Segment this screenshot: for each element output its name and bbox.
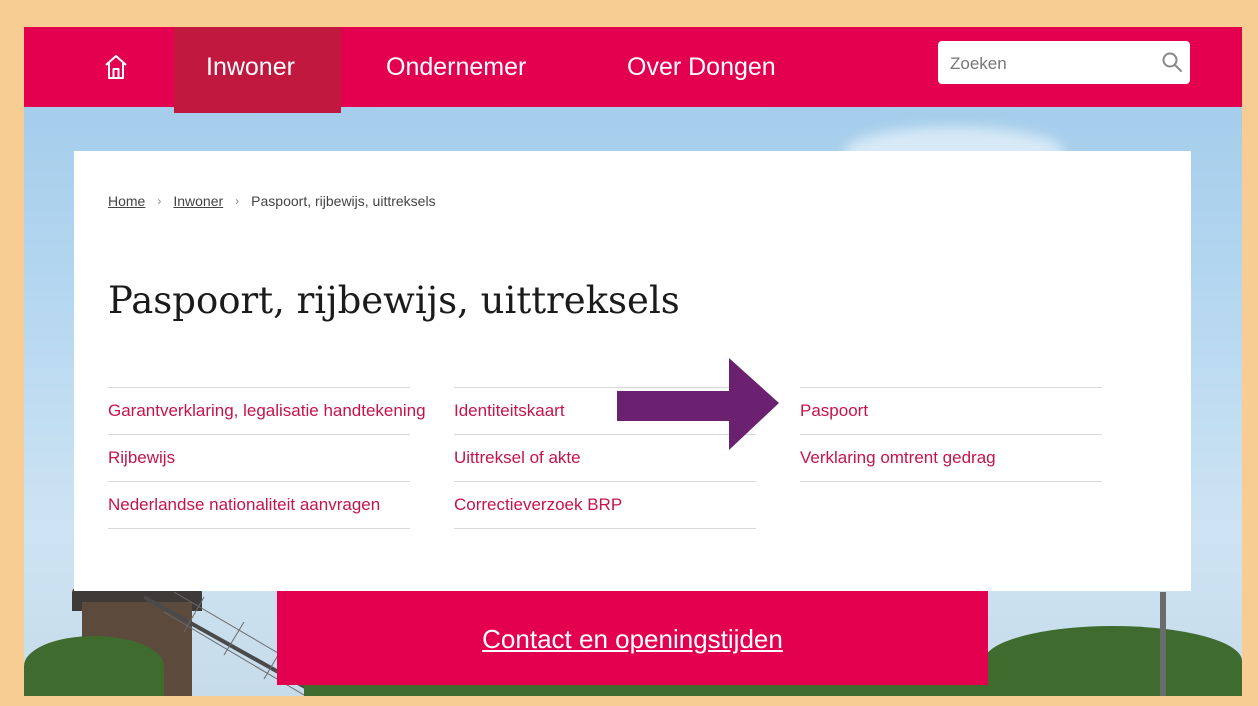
breadcrumb-separator-icon: › bbox=[157, 194, 162, 208]
pointer-arrow-icon bbox=[617, 358, 779, 450]
breadcrumb-home[interactable]: Home bbox=[108, 193, 145, 209]
link-correctieverzoek[interactable]: Correctieverzoek BRP bbox=[454, 481, 756, 529]
contact-link[interactable]: Contact en openingstijden bbox=[482, 624, 783, 655]
top-navigation: Inwoner Ondernemer Over Dongen bbox=[24, 27, 1242, 113]
link-nationaliteit[interactable]: Nederlandse nationaliteit aanvragen bbox=[108, 481, 410, 529]
contact-banner: Contact en openingstijden bbox=[277, 591, 988, 685]
breadcrumb-separator-icon: › bbox=[235, 194, 240, 208]
nav-item-ondernemer[interactable]: Ondernemer bbox=[386, 27, 526, 107]
search-input[interactable] bbox=[948, 41, 1152, 86]
link-paspoort[interactable]: Paspoort bbox=[800, 387, 1102, 434]
nav-item-inwoner[interactable]: Inwoner bbox=[206, 27, 295, 107]
link-garantverklaring[interactable]: Garantverklaring, legalisatie handtekeni… bbox=[108, 387, 426, 434]
nav-item-over-dongen[interactable]: Over Dongen bbox=[627, 27, 776, 107]
trees bbox=[24, 636, 164, 696]
breadcrumb: Home › Inwoner › Paspoort, rijbewijs, ui… bbox=[108, 193, 436, 209]
link-column-3: Paspoort Verklaring omtrent gedrag bbox=[800, 387, 1102, 482]
link-verklaring-omtrent-gedrag[interactable]: Verklaring omtrent gedrag bbox=[800, 434, 1102, 482]
page-title: Paspoort, rijbewijs, uittreksels bbox=[108, 279, 680, 322]
search-box bbox=[938, 41, 1190, 86]
page-viewport: Inwoner Ondernemer Over Dongen Home › In… bbox=[24, 27, 1242, 696]
home-icon bbox=[105, 55, 127, 79]
link-rijbewijs[interactable]: Rijbewijs bbox=[108, 434, 410, 481]
trees bbox=[984, 626, 1242, 696]
breadcrumb-inwoner[interactable]: Inwoner bbox=[173, 193, 223, 209]
link-column-1: Garantverklaring, legalisatie handtekeni… bbox=[108, 387, 426, 529]
home-button[interactable] bbox=[86, 27, 146, 107]
search-icon[interactable] bbox=[1160, 50, 1184, 74]
breadcrumb-current: Paspoort, rijbewijs, uittreksels bbox=[251, 193, 436, 209]
antenna-tower bbox=[1160, 592, 1166, 696]
